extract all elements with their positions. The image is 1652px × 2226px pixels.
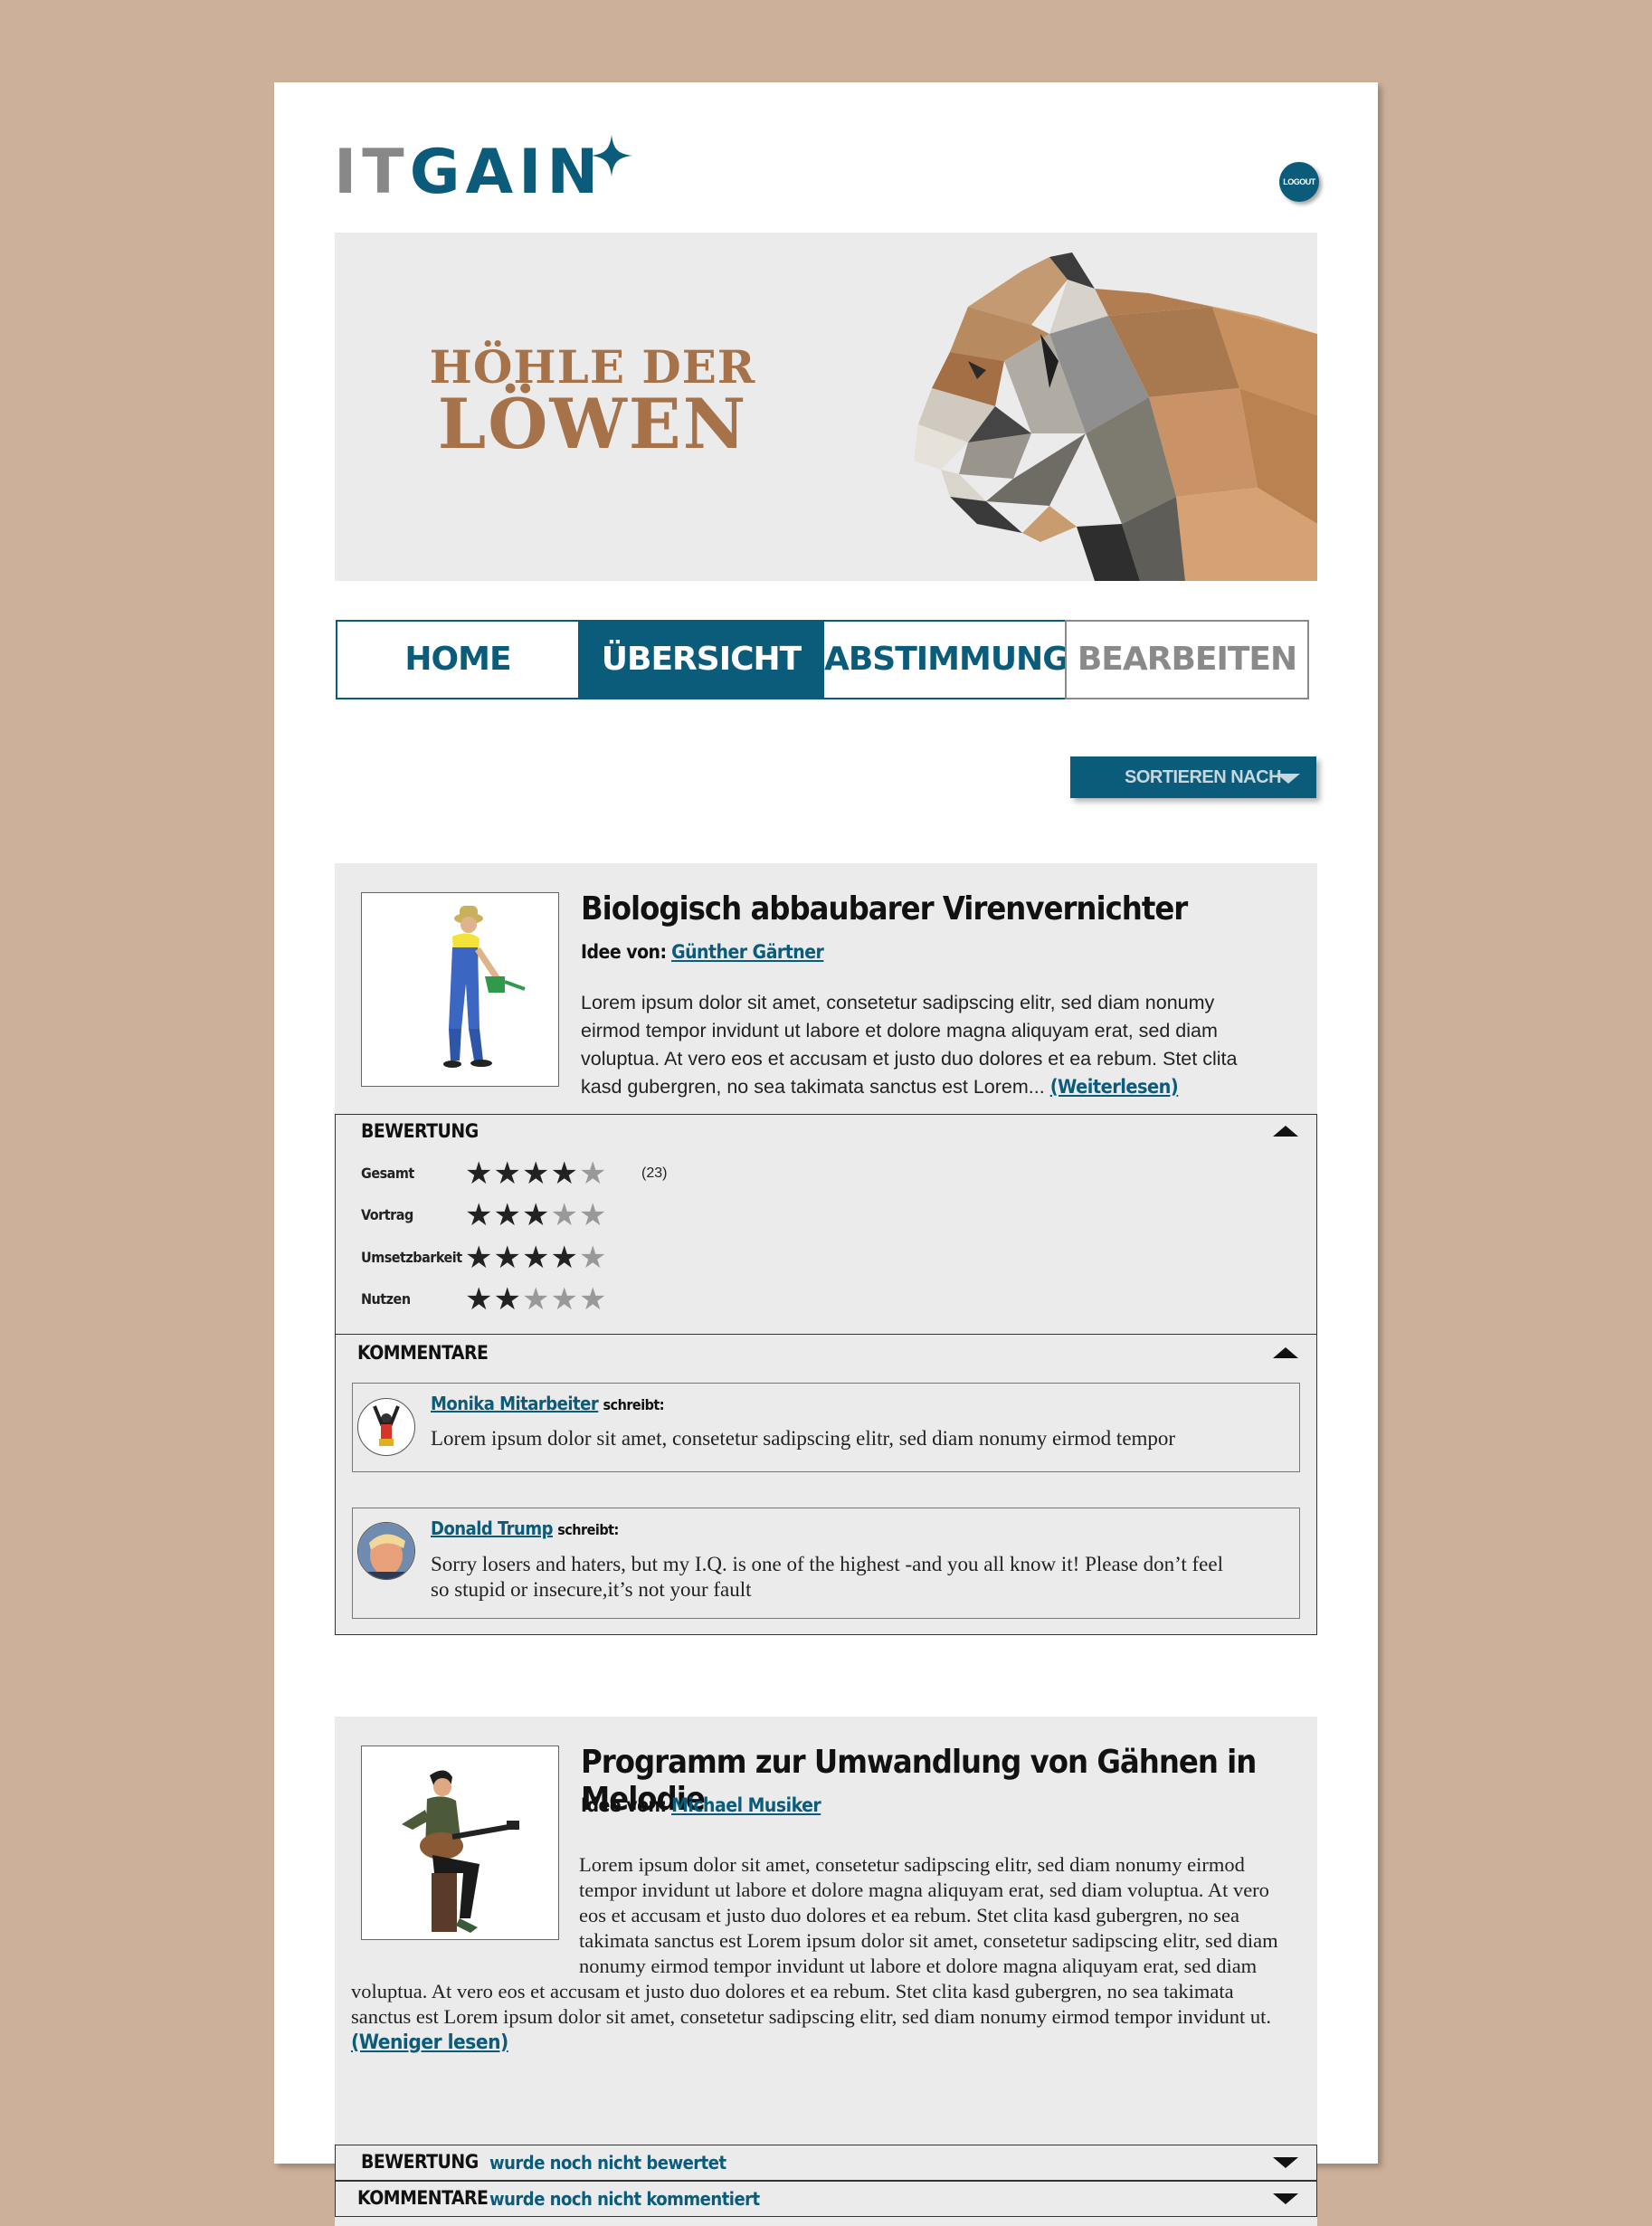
rating-section[interactable]: BEWERTUNG wurde noch nicht bewertet: [335, 2145, 1317, 2181]
sparkle-star-icon: [591, 135, 632, 176]
star-rating[interactable]: ★★★★★: [465, 1283, 607, 1316]
rating-status: wurde noch nicht bewertet: [489, 2152, 726, 2174]
main-navigation: HOME ÜBERSICHT ABSTIMMUNG BEARBEITEN: [336, 620, 1316, 699]
comments-status: wurde noch nicht kommentiert: [489, 2188, 760, 2210]
rating-header[interactable]: BEWERTUNG: [361, 1120, 479, 1142]
idea-image: [361, 892, 559, 1087]
chevron-down-icon: [1277, 774, 1300, 784]
comment-item: Monika Mitarbeiter schreibt: Lorem ipsum…: [352, 1383, 1300, 1472]
idea-card: Programm zur Umwandlung von Gähnen in Me…: [335, 1717, 1317, 2226]
tab-home[interactable]: HOME: [336, 620, 580, 699]
idea-card: Biologisch abbaubarer Virenvernichter Id…: [335, 863, 1317, 1635]
star-filled-icon[interactable]: ★: [550, 1241, 578, 1275]
comments-header[interactable]: KOMMENTARE: [357, 2187, 489, 2209]
star-filled-icon[interactable]: ★: [465, 1282, 493, 1317]
logout-button[interactable]: LOGOUT: [1279, 162, 1319, 202]
read-more-link[interactable]: (Weiterlesen): [1050, 1076, 1179, 1099]
star-empty-icon[interactable]: ★: [522, 1282, 550, 1317]
guitarist-illustration: [402, 1770, 519, 1933]
portrait-photo-icon: [358, 1523, 414, 1579]
star-empty-icon[interactable]: ★: [579, 1156, 607, 1191]
comment-author-link[interactable]: Monika Mitarbeiter: [431, 1393, 599, 1414]
comment-item: Donald Trump schreibt: Sorry losers and …: [352, 1508, 1300, 1619]
rating-count: (23): [641, 1165, 668, 1181]
tab-bearbeiten[interactable]: BEARBEITEN: [1065, 620, 1309, 699]
avatar: [357, 1398, 415, 1456]
idea-description: Lorem ipsum dolor sit amet, consetetur s…: [581, 992, 1238, 1099]
itgain-logo[interactable]: ITGAIN: [334, 135, 660, 209]
expand-icon[interactable]: [1273, 2157, 1298, 2168]
lowpoly-lion-illustration: [914, 252, 1317, 581]
comments-section[interactable]: KOMMENTARE wurde noch nicht kommentiert: [335, 2181, 1317, 2217]
read-less-link[interactable]: (Weniger lesen): [351, 2031, 508, 2054]
star-filled-icon[interactable]: ★: [465, 1198, 493, 1232]
person-cheering-icon: [373, 1405, 400, 1446]
star-empty-icon[interactable]: ★: [579, 1198, 607, 1232]
comments-header[interactable]: KOMMENTARE: [357, 1342, 489, 1364]
banner-title: HÖHLE DER LÖWEN: [429, 340, 756, 464]
comments-section: KOMMENTARE Monika Mitarbeiter schreibt: …: [335, 1334, 1317, 1635]
star-filled-icon[interactable]: ★: [522, 1198, 550, 1232]
rating-section: BEWERTUNG Gesamt ★★★★★ (23) Vortrag ★★★★…: [335, 1114, 1317, 1336]
comment-text: Lorem ipsum dolor sit amet, consetetur s…: [431, 1427, 1176, 1450]
expand-icon[interactable]: [1273, 2193, 1298, 2204]
star-filled-icon[interactable]: ★: [522, 1241, 550, 1275]
avatar: [357, 1522, 415, 1580]
star-rating[interactable]: ★★★★★: [465, 1241, 607, 1274]
star-filled-icon[interactable]: ★: [465, 1241, 493, 1275]
tab-uebersicht[interactable]: ÜBERSICHT: [578, 620, 824, 699]
idea-author-link[interactable]: Günther Gärtner: [671, 941, 824, 963]
star-filled-icon[interactable]: ★: [493, 1198, 521, 1232]
idea-image: [361, 1746, 559, 1940]
rating-header[interactable]: BEWERTUNG: [361, 2151, 479, 2173]
star-empty-icon[interactable]: ★: [550, 1198, 578, 1232]
star-rating[interactable]: ★★★★★: [465, 1199, 607, 1232]
star-filled-icon[interactable]: ★: [522, 1156, 550, 1191]
idea-author-link[interactable]: Michael Musiker: [671, 1794, 821, 1816]
comment-author-line: Monika Mitarbeiter schreibt:: [431, 1393, 665, 1414]
collapse-icon[interactable]: [1273, 1126, 1298, 1137]
star-filled-icon[interactable]: ★: [465, 1156, 493, 1191]
comment-author-link[interactable]: Donald Trump: [431, 1517, 553, 1539]
star-filled-icon[interactable]: ★: [493, 1241, 521, 1275]
page: ITGAIN LOGOUT HÖHLE DER LÖWEN HOME ÜBERS…: [274, 82, 1378, 2226]
comment-text: Sorry losers and haters, but my I.Q. is …: [431, 1553, 1223, 1601]
sort-label: SORTIEREN NACH: [1125, 767, 1282, 787]
star-filled-icon[interactable]: ★: [493, 1156, 521, 1191]
star-empty-icon[interactable]: ★: [579, 1282, 607, 1317]
idea-author-line: Idee von: Michael Musiker: [581, 1794, 821, 1816]
logo-text: ITGAIN: [334, 137, 604, 208]
idea-title: Biologisch abbaubarer Virenvernichter: [581, 890, 1188, 928]
star-empty-icon[interactable]: ★: [550, 1282, 578, 1317]
star-filled-icon[interactable]: ★: [550, 1156, 578, 1191]
star-filled-icon[interactable]: ★: [493, 1282, 521, 1317]
tab-abstimmung[interactable]: ABSTIMMUNG: [822, 620, 1069, 699]
idea-author-line: Idee von: Günther Gärtner: [581, 941, 824, 963]
star-rating[interactable]: ★★★★★: [465, 1157, 607, 1190]
collapse-icon[interactable]: [1273, 1347, 1298, 1358]
comment-author-line: Donald Trump schreibt:: [431, 1517, 619, 1539]
sort-dropdown[interactable]: SORTIEREN NACH: [1070, 756, 1316, 798]
star-empty-icon[interactable]: ★: [579, 1241, 607, 1275]
gardener-illustration: [443, 906, 526, 1068]
hero-banner: HÖHLE DER LÖWEN: [335, 233, 1317, 581]
